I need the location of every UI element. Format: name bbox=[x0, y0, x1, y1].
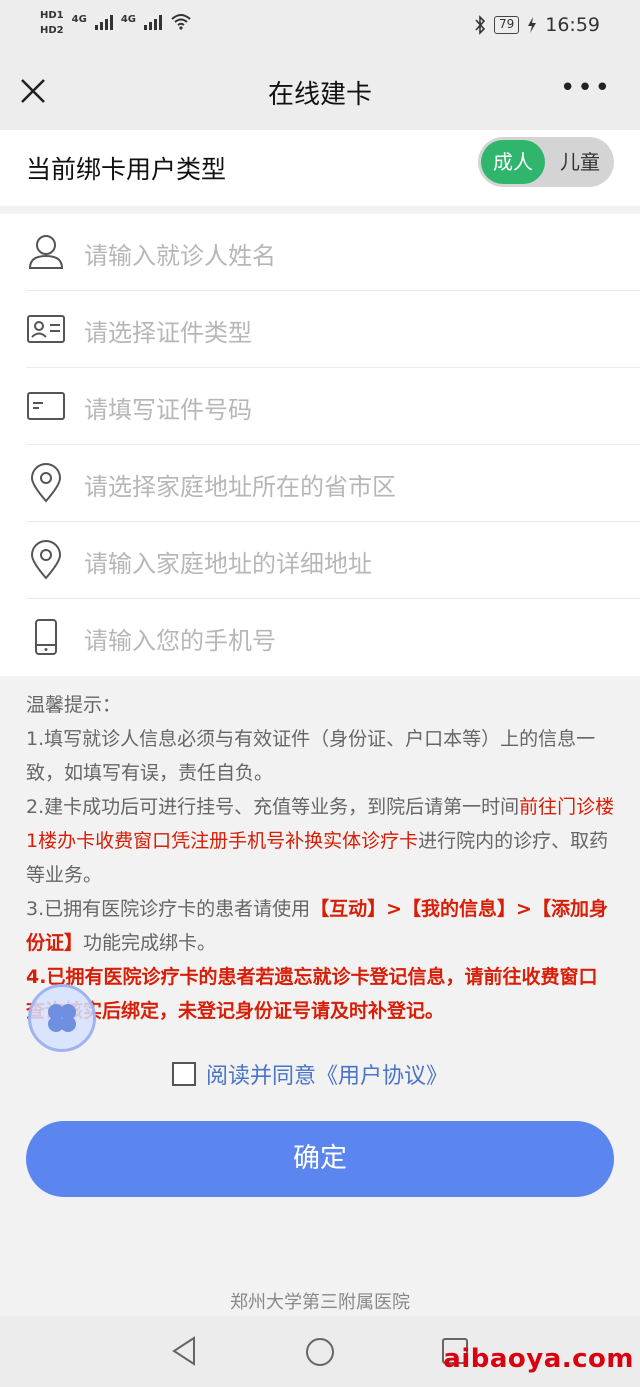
more-options-button[interactable]: ••• bbox=[560, 75, 612, 101]
notice-item-3: 3.已拥有医院诊疗卡的患者请使用【互动】>【我的信息】>【添加身份证】功能完成绑… bbox=[26, 892, 616, 960]
notice-item-4: 4.已拥有医院诊疗卡的患者若遗忘就诊卡登记信息，请前往收费窗口查询核实后绑定，未… bbox=[26, 966, 598, 1022]
phone-icon bbox=[35, 619, 57, 655]
notice-item-2-text-a: 2.建卡成功后可进行挂号、充值等业务，到院后请第一时间 bbox=[26, 796, 520, 818]
notice-item-1: 1.填写就诊人信息必须与有效证件（身份证、户口本等）上的信息一致，如填写有误，责… bbox=[26, 728, 596, 784]
address-field[interactable]: 请输入家庭地址的详细地址 bbox=[26, 522, 640, 599]
home-icon[interactable] bbox=[306, 1338, 334, 1366]
toggle-option-child[interactable]: 儿童 bbox=[550, 140, 610, 184]
back-icon[interactable] bbox=[172, 1336, 196, 1366]
card-icon bbox=[27, 392, 65, 420]
page-title: 在线建卡 bbox=[267, 80, 372, 110]
region-field[interactable]: 请选择家庭地址所在的省市区 bbox=[26, 445, 640, 522]
charging-icon bbox=[528, 17, 537, 33]
signal-icon bbox=[143, 14, 162, 30]
toggle-option-adult[interactable]: 成人 bbox=[481, 140, 545, 184]
hd2-label: HD2 bbox=[40, 25, 64, 36]
agreement-checkbox[interactable] bbox=[172, 1062, 196, 1086]
floating-assistant-button[interactable] bbox=[28, 984, 96, 1052]
user-icon bbox=[28, 235, 64, 269]
hd1-label: HD1 bbox=[40, 10, 64, 21]
signal-icon bbox=[94, 14, 113, 30]
name-field[interactable]: 请输入就诊人姓名 bbox=[26, 214, 640, 291]
nav-bar: 在线建卡 ••• bbox=[0, 56, 640, 130]
notice-item-2-highlight-c: 补换实体诊疗卡 bbox=[285, 830, 419, 852]
confirm-button[interactable]: 确定 bbox=[26, 1121, 614, 1197]
id-type-field[interactable]: 请选择证件类型 bbox=[26, 291, 640, 368]
status-left: HD1 HD2 4G 4G bbox=[40, 10, 192, 36]
network-type-2: 4G bbox=[120, 14, 136, 25]
network-type-1: 4G bbox=[71, 14, 87, 25]
id-card-icon bbox=[27, 315, 65, 343]
id-number-field[interactable]: 请填写证件号码 bbox=[26, 368, 640, 445]
id-type-placeholder: 请选择证件类型 bbox=[84, 319, 252, 347]
watermark: aibaoya.com bbox=[443, 1344, 634, 1374]
region-placeholder: 请选择家庭地址所在的省市区 bbox=[84, 473, 396, 501]
id-number-placeholder: 请填写证件号码 bbox=[84, 396, 252, 424]
bluetooth-icon bbox=[475, 15, 486, 35]
battery-icon: 79 bbox=[493, 16, 520, 34]
agreement-link[interactable]: 阅读并同意《用户协议》 bbox=[206, 1058, 448, 1090]
name-placeholder: 请输入就诊人姓名 bbox=[84, 242, 276, 270]
clover-icon bbox=[48, 1004, 76, 1032]
agreement-row[interactable]: 阅读并同意《用户协议》 bbox=[172, 1058, 448, 1090]
notice-title: 温馨提示： bbox=[26, 694, 122, 716]
hospital-name: 郑州大学第三附属医院 bbox=[230, 1292, 410, 1313]
registration-form: 请输入就诊人姓名 请选择证件类型 请填写证件号码 请选择家庭地址所在的省市区 请… bbox=[0, 214, 640, 676]
phone-placeholder: 请输入您的手机号 bbox=[84, 627, 276, 655]
clock: 16:59 bbox=[545, 14, 600, 36]
notice-section: 温馨提示： 1.填写就诊人信息必须与有效证件（身份证、户口本等）上的信息一致，如… bbox=[26, 688, 616, 1028]
notice-item-2-highlight-b: 凭注册手机号 bbox=[171, 830, 286, 852]
status-bar: HD1 HD2 4G 4G 79 16:59 bbox=[0, 0, 640, 56]
phone-field[interactable]: 请输入您的手机号 bbox=[26, 599, 640, 676]
wifi-icon bbox=[171, 14, 191, 30]
notice-item-3-text-b: 功能完成绑卡。 bbox=[83, 932, 217, 954]
user-type-label: 当前绑卡用户类型 bbox=[26, 155, 227, 184]
user-type-row: 当前绑卡用户类型 成人 儿童 bbox=[0, 130, 640, 206]
location-icon bbox=[30, 540, 62, 580]
location-icon bbox=[30, 463, 62, 503]
status-right: 79 16:59 bbox=[474, 14, 600, 36]
notice-item-3-text-a: 3.已拥有医院诊疗卡的患者请使用 bbox=[26, 898, 311, 920]
notice-item-2: 2.建卡成功后可进行挂号、充值等业务，到院后请第一时间前往门诊楼1楼办卡收费窗口… bbox=[26, 790, 616, 892]
address-placeholder: 请输入家庭地址的详细地址 bbox=[84, 550, 372, 578]
user-type-toggle[interactable]: 成人 儿童 bbox=[478, 137, 614, 187]
